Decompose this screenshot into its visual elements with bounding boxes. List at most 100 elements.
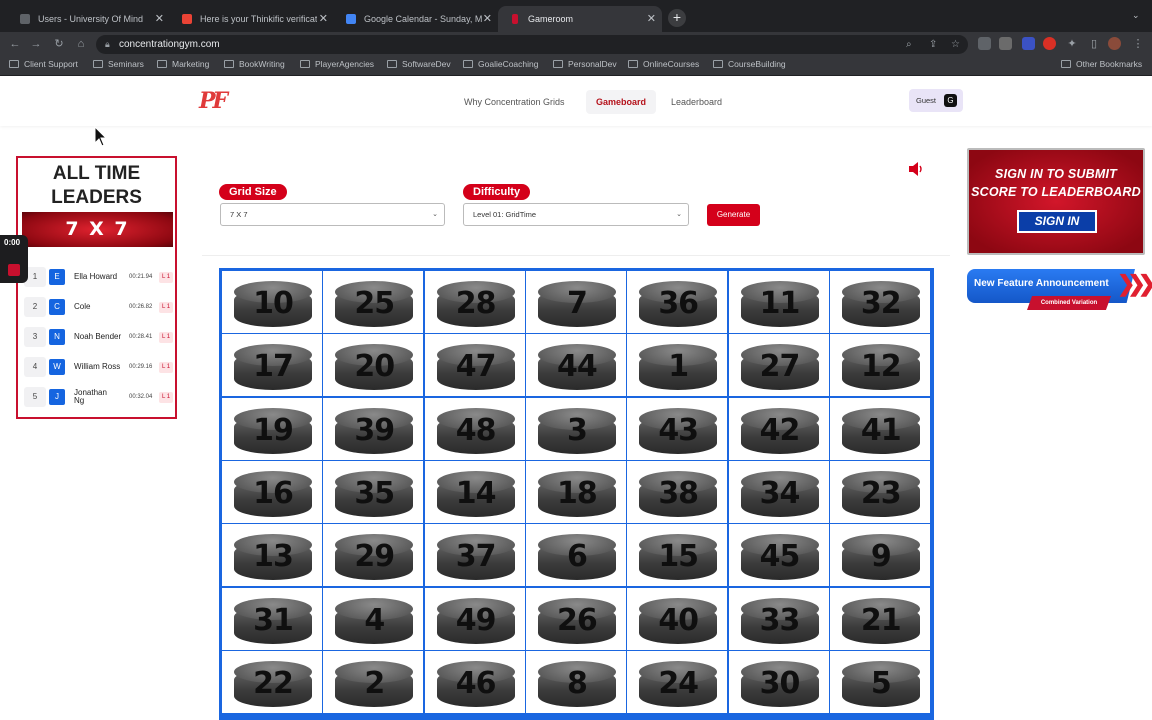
grid-cell[interactable]: 9	[829, 524, 930, 587]
bookmark-folder[interactable]: GoalieCoaching	[463, 59, 538, 69]
back-arrow-icon[interactable]: ←	[7, 36, 23, 52]
grid-cell[interactable]: 46	[424, 650, 525, 713]
grid-cell[interactable]: 43	[627, 397, 728, 460]
menu-dots-icon[interactable]: ⋮	[1130, 36, 1146, 52]
grid-cell[interactable]: 30	[728, 650, 829, 713]
nav-leaderboard[interactable]: Leaderboard	[661, 90, 732, 114]
sign-in-button[interactable]: SIGN IN	[1017, 210, 1097, 233]
cell-number: 49	[455, 602, 497, 638]
grid-cell[interactable]: 29	[323, 524, 424, 587]
grid-cell[interactable]: 20	[323, 334, 424, 397]
extensions-puzzle-icon[interactable]: ✦	[1064, 36, 1080, 52]
grid-cell[interactable]: 3	[525, 397, 626, 460]
grid-cell[interactable]: 33	[728, 587, 829, 650]
grid-cell[interactable]: 19	[222, 397, 322, 460]
grid-cell[interactable]: 40	[627, 587, 728, 650]
grid-cell[interactable]: 12	[829, 334, 930, 397]
grid-cell[interactable]: 39	[323, 397, 424, 460]
grid-cell[interactable]: 18	[525, 460, 626, 523]
grid-cell[interactable]: 17	[222, 334, 322, 397]
grid-cell[interactable]: 47	[424, 334, 525, 397]
bookmark-folder[interactable]: PersonalDev	[553, 59, 617, 69]
new-tab-button[interactable]: +	[668, 9, 686, 27]
extension-icon[interactable]	[978, 37, 991, 50]
bookmark-folder[interactable]: Marketing	[157, 59, 209, 69]
browser-tab-active[interactable]: Gameroom ✕	[498, 6, 662, 32]
bookmark-folder[interactable]: PlayerAgencies	[300, 59, 374, 69]
grid-cell[interactable]: 45	[728, 524, 829, 587]
grid-cell[interactable]: 1	[627, 334, 728, 397]
close-tab-icon[interactable]: ✕	[319, 12, 328, 25]
grid-cell[interactable]: 4	[323, 587, 424, 650]
grid-cell[interactable]: 13	[222, 524, 322, 587]
grid-cell[interactable]: 48	[424, 397, 525, 460]
profile-avatar[interactable]	[1108, 37, 1121, 50]
grid-cell[interactable]: 36	[627, 271, 728, 333]
grid-cell[interactable]: 23	[829, 460, 930, 523]
bookmark-folder[interactable]: Seminars	[93, 59, 144, 69]
grid-cell[interactable]: 16	[222, 460, 322, 523]
generate-button[interactable]: Generate	[707, 204, 760, 226]
share-icon[interactable]: ⇪	[929, 35, 937, 54]
grid-cell[interactable]: 35	[323, 460, 424, 523]
sign-in-banner[interactable]: SIGN IN TO SUBMIT SCORE TO LEADERBOARD S…	[967, 148, 1145, 255]
bookmark-star-icon[interactable]: ☆	[951, 35, 960, 54]
other-bookmarks[interactable]: Other Bookmarks	[1061, 59, 1142, 69]
address-bar[interactable]: 🔒︎ concentrationgym.com ⌕ ⇪ ☆	[96, 35, 968, 54]
grid-cell[interactable]: 7	[525, 271, 626, 333]
browser-tab[interactable]: Google Calendar - Sunday, Ma ✕	[334, 6, 498, 32]
feature-announcement-banner[interactable]: New Feature Announcement ❯❯❯ Combined Va…	[967, 266, 1152, 316]
grid-cell[interactable]: 2	[323, 650, 424, 713]
guest-account-button[interactable]: Guest G	[909, 89, 963, 112]
grid-cell[interactable]: 37	[424, 524, 525, 587]
nav-why-concentration-grids[interactable]: Why Concentration Grids	[454, 90, 575, 114]
extension-icon[interactable]	[1043, 37, 1056, 50]
zoom-icon[interactable]: ⌕	[906, 35, 912, 54]
grid-cell[interactable]: 15	[627, 524, 728, 587]
bookmark-folder[interactable]: CourseBuilding	[713, 59, 786, 69]
difficulty-select[interactable]: Level 01: GridTime ⌄	[463, 203, 689, 226]
extension-icon[interactable]	[999, 37, 1012, 50]
grid-cell[interactable]: 38	[627, 460, 728, 523]
grid-cell[interactable]: 49	[424, 587, 525, 650]
grid-cell[interactable]: 27	[728, 334, 829, 397]
grid-cell[interactable]: 14	[424, 460, 525, 523]
close-tab-icon[interactable]: ✕	[155, 12, 164, 25]
bookmark-folder[interactable]: BookWriting	[224, 59, 285, 69]
home-icon[interactable]: ⌂	[73, 36, 89, 52]
reload-icon[interactable]: ↻	[51, 36, 67, 52]
grid-cell[interactable]: 11	[728, 271, 829, 333]
tab-search-chevron-icon[interactable]: ⌄	[1132, 10, 1140, 21]
grid-cell[interactable]: 41	[829, 397, 930, 460]
grid-cell[interactable]: 26	[525, 587, 626, 650]
stop-recording-icon[interactable]	[8, 264, 20, 276]
grid-cell[interactable]: 6	[525, 524, 626, 587]
grid-cell[interactable]: 24	[627, 650, 728, 713]
forward-arrow-icon[interactable]: →	[28, 36, 44, 52]
grid-cell[interactable]: 5	[829, 650, 930, 713]
grid-size-select[interactable]: 7 X 7 ⌄	[220, 203, 445, 226]
grid-cell[interactable]: 28	[424, 271, 525, 333]
site-logo[interactable]: PF	[199, 88, 228, 114]
extension-icon[interactable]	[1022, 37, 1035, 50]
grid-cell[interactable]: 31	[222, 587, 322, 650]
grid-cell[interactable]: 21	[829, 587, 930, 650]
grid-cell[interactable]: 34	[728, 460, 829, 523]
close-tab-icon[interactable]: ✕	[647, 12, 656, 25]
nav-gameboard[interactable]: Gameboard	[586, 90, 657, 114]
grid-cell[interactable]: 10	[222, 271, 322, 333]
grid-cell[interactable]: 42	[728, 397, 829, 460]
grid-cell[interactable]: 8	[525, 650, 626, 713]
close-tab-icon[interactable]: ✕	[483, 12, 492, 25]
grid-cell[interactable]: 32	[829, 271, 930, 333]
grid-cell[interactable]: 25	[323, 271, 424, 333]
side-panel-icon[interactable]: ▯	[1086, 36, 1102, 52]
bookmark-folder[interactable]: Client Support	[9, 59, 78, 69]
bookmark-folder[interactable]: OnlineCourses	[628, 59, 699, 69]
grid-cell[interactable]: 44	[525, 334, 626, 397]
grid-cell[interactable]: 22	[222, 650, 322, 713]
bookmark-folder[interactable]: SoftwareDev	[387, 59, 451, 69]
browser-tab[interactable]: Users - University Of Mind ✕	[8, 6, 170, 32]
sound-icon[interactable]	[908, 162, 924, 176]
browser-tab[interactable]: Here is your Thinkific verificat ✕	[170, 6, 334, 32]
